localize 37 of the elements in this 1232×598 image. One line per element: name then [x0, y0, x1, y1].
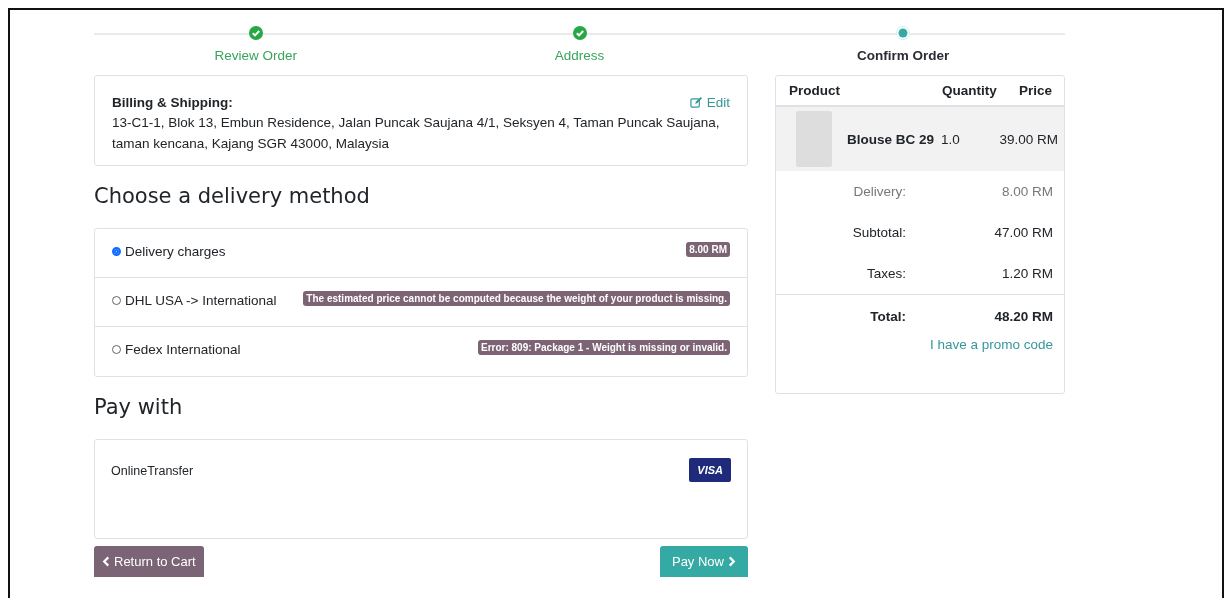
quantity-cell-text: 1.0 — [941, 131, 961, 147]
step-label: Review Order — [214, 48, 298, 63]
address-text: 13-C1-1, Blok 13, Embun Residence, Jalan Puncak Saujana 4/1, Seksyen 4, Taman Puncak Saujana, taman kencana, Kajang SGR 43000, Malaysia — [112, 114, 721, 153]
total-value: 47.00 RM — [993, 225, 1053, 240]
promo-code-link[interactable]: I have a promo code — [929, 337, 1053, 352]
product-name: Blouse BC 29 — [847, 131, 936, 147]
total-value: 48.20 RM — [993, 308, 1053, 324]
delivery-option[interactable]: DHL USA -> International — [112, 293, 277, 308]
radio-button[interactable] — [112, 296, 121, 305]
radio-button[interactable] — [112, 247, 121, 256]
price-badge: Error: 809: Package 1 - Weight is missing or invalid. — [478, 340, 730, 355]
column-header: Price — [1017, 83, 1052, 98]
total-label: Total: — [869, 308, 906, 324]
total-label: Delivery: — [852, 184, 906, 199]
step-label: Address — [554, 48, 605, 63]
delivery-option[interactable]: Delivery charges — [112, 244, 226, 259]
section-heading: Choose a delivery method — [94, 184, 371, 208]
payment-method[interactable]: OnlineTransfer — [111, 464, 194, 478]
column-header: Quantity — [942, 83, 998, 98]
price-badge: The estimated price cannot be computed because the weight of your product is missing. — [303, 291, 730, 306]
step-label: Confirm Order — [857, 48, 950, 63]
total-value: 8.00 RM — [1000, 184, 1053, 199]
chevron-right-icon — [728, 556, 736, 567]
price-cell-text: 39.00 RM — [998, 131, 1058, 147]
edit-icon — [689, 96, 703, 109]
total-label: Taxes: — [865, 266, 906, 281]
total-label: Subtotal: — [851, 225, 906, 240]
card-logo: VISA — [689, 458, 731, 482]
return-to-cart-button[interactable]: Return to Cart — [94, 546, 204, 577]
chevron-left-icon — [102, 556, 110, 567]
radio-button[interactable] — [112, 345, 121, 354]
address-title: Billing & Shipping: — [112, 95, 233, 110]
total-value: 1.20 RM — [1000, 266, 1053, 281]
price-badge: 8.00 RM — [686, 242, 730, 257]
column-header: Product — [789, 83, 841, 98]
delivery-option[interactable]: Fedex International — [112, 342, 241, 357]
section-heading: Pay with — [94, 395, 184, 419]
